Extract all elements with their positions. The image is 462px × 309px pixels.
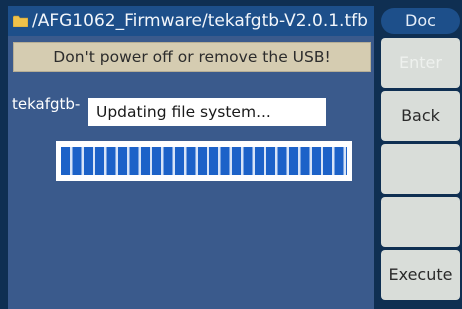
progress-fill — [61, 147, 347, 175]
usb-warning-banner: Don't power off or remove the USB! — [13, 42, 371, 72]
back-button[interactable]: Back — [381, 91, 460, 141]
selected-file-name: tekafgtb- — [12, 95, 81, 113]
enter-button[interactable]: Enter — [381, 38, 460, 88]
sidebar-header-doc: Doc — [381, 8, 460, 34]
blank-softkey-1[interactable] — [381, 144, 460, 194]
path-titlebar: /AFG1062_Firmware/tekafgtb-V2.0.1.tfb — [8, 6, 374, 36]
update-status-dialog: Updating file system... — [88, 98, 326, 126]
execute-button[interactable]: Execute — [381, 250, 460, 300]
blank-softkey-2[interactable] — [381, 197, 460, 247]
file-path: /AFG1062_Firmware/tekafgtb-V2.0.1.tfb — [32, 11, 368, 31]
update-status-message: Updating file system... — [96, 103, 271, 121]
update-progress-bar — [56, 141, 352, 181]
folder-icon — [13, 15, 28, 27]
instrument-screen: /AFG1062_Firmware/tekafgtb-V2.0.1.tfb Do… — [0, 0, 462, 309]
progress-track — [61, 147, 347, 175]
main-panel: /AFG1062_Firmware/tekafgtb-V2.0.1.tfb Do… — [8, 6, 374, 309]
